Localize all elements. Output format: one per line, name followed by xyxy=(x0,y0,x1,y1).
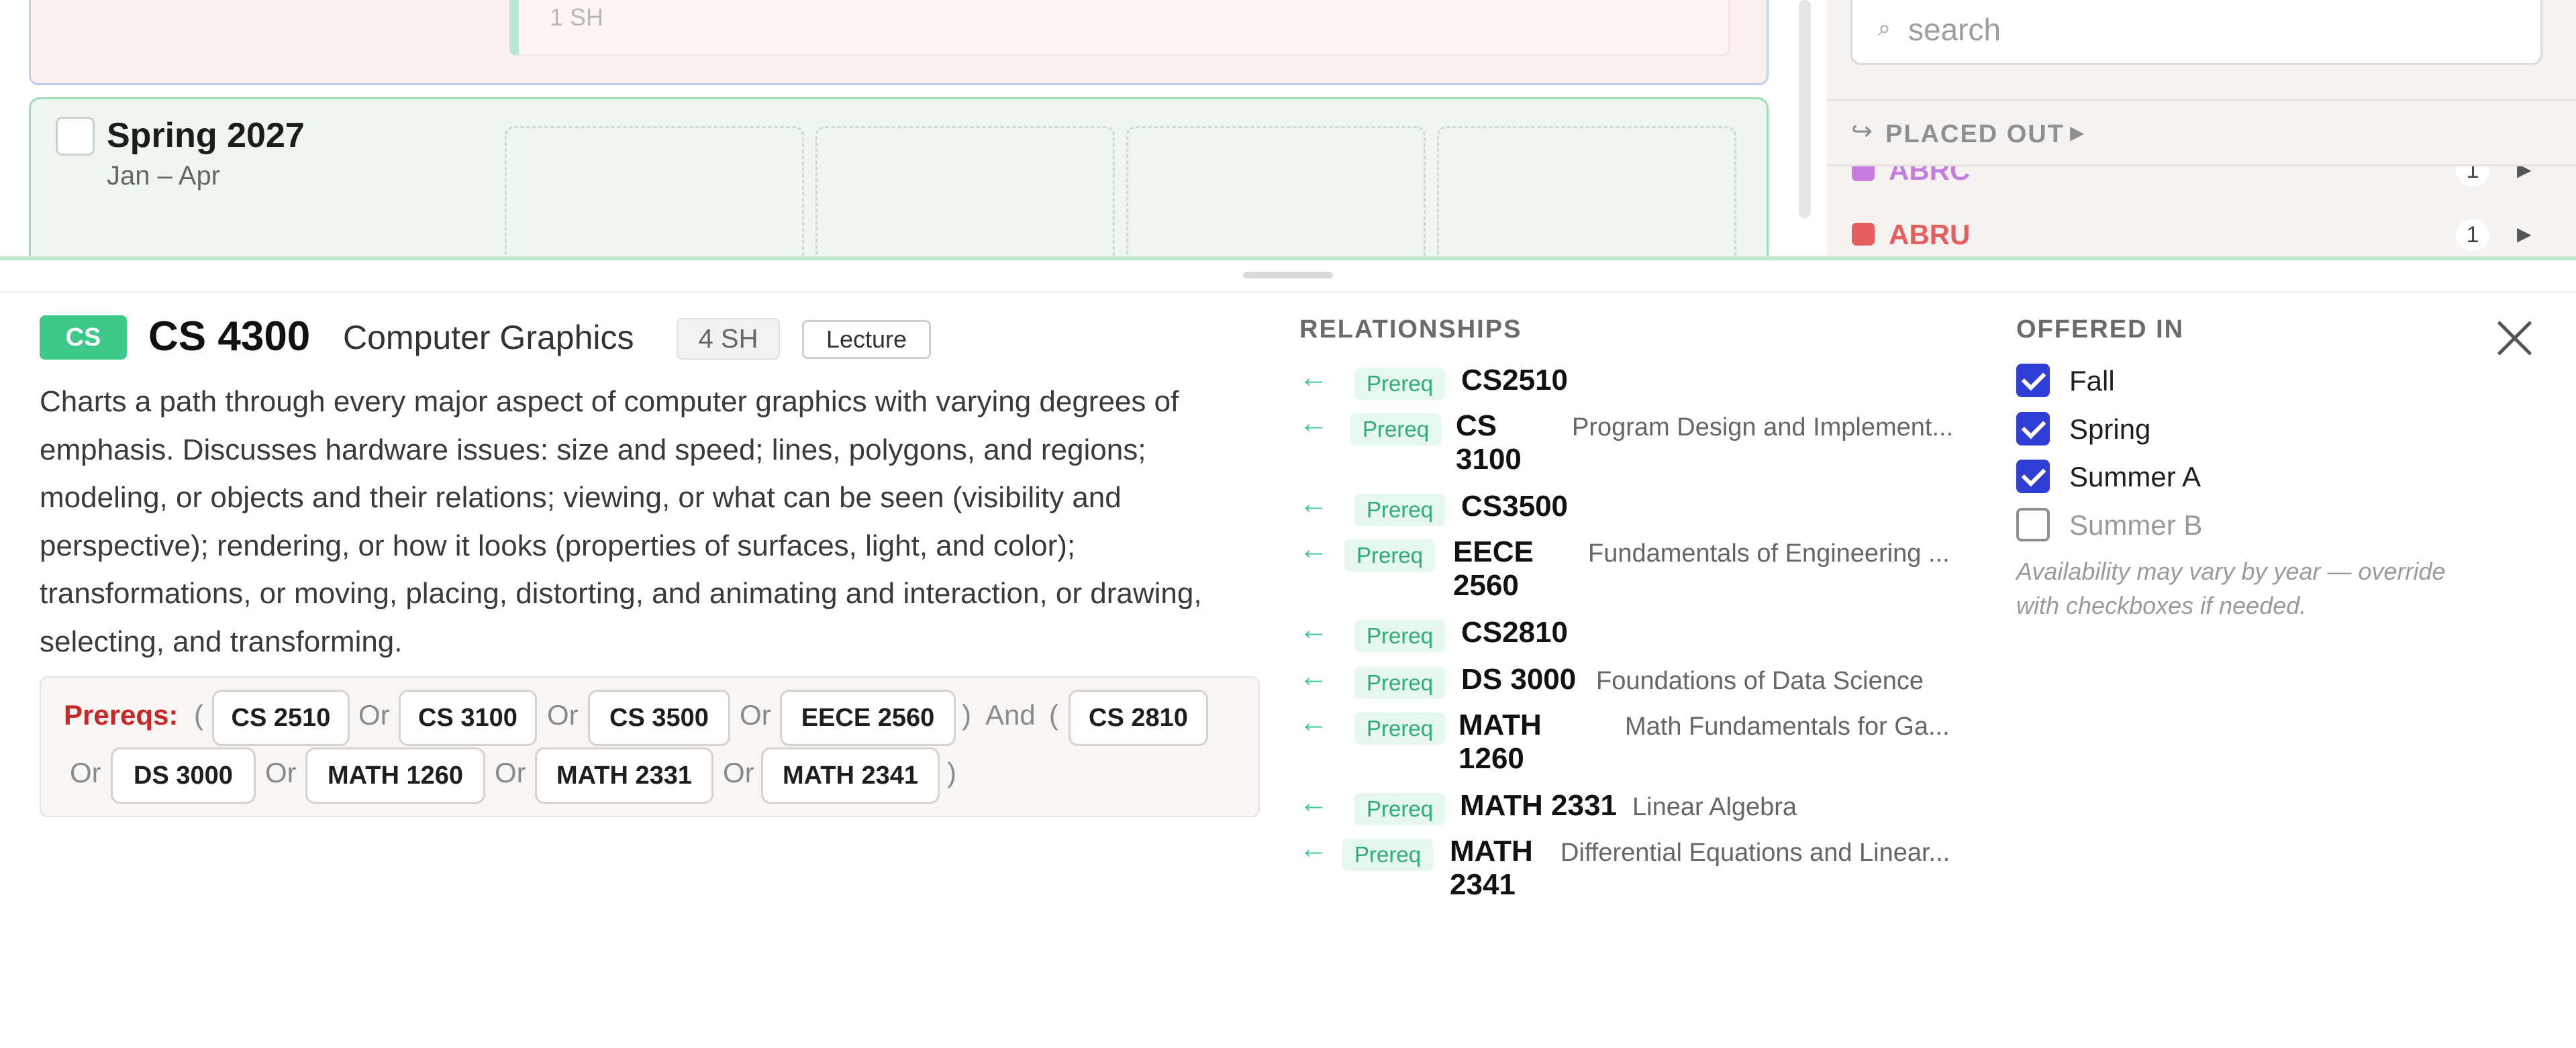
relationship-row[interactable]: ← Prereq DS 3000 Foundations of Data Sci… xyxy=(0,660,2014,700)
planner-area: 1 SH Spring 2027 Jan – Apr ABRC 1 ▶ ABRU… xyxy=(0,0,2576,256)
course-detail-drawer: CS CS 4300 Computer Graphics 4 SH Lectur… xyxy=(0,256,2576,1048)
relationship-course-code: MATH 2331 xyxy=(1460,789,1617,822)
fall-label: Fall xyxy=(2069,365,2115,397)
subject-name: ABRU xyxy=(1889,219,1971,250)
summer-b-label: Summer B xyxy=(2069,509,2203,541)
summer-b-checkbox[interactable] xyxy=(2016,508,2050,541)
course-slot[interactable] xyxy=(815,126,1115,256)
relationship-row[interactable]: ← Prereq MATH 2341 Differential Equation… xyxy=(0,832,2014,906)
search-input[interactable]: search xyxy=(1908,11,2001,48)
close-icon[interactable] xyxy=(2495,319,2533,357)
left-arrow-icon: ← xyxy=(1299,660,1328,693)
relationship-course-code: CS3500 xyxy=(1461,490,1569,523)
relationship-course-number: 3100 xyxy=(1456,443,1522,476)
course-code: CS 4300 xyxy=(148,313,311,360)
term-card-spring-2027: Spring 2027 Jan – Apr xyxy=(29,97,1769,256)
prereq-tag: Prereq xyxy=(1342,839,1434,871)
relationship-course-number: 2560 xyxy=(1453,569,1519,602)
placed-out-header[interactable]: ↪ PLACED OUT ▶ xyxy=(1827,99,2576,166)
plan-column: 1 SH Spring 2027 Jan – Apr xyxy=(0,0,1789,256)
relationship-course-title: Math Fundamentals for Ga... xyxy=(1625,713,1950,741)
plan-scrollbar[interactable] xyxy=(1799,0,1811,218)
course-type-badge: Lecture xyxy=(802,320,931,359)
term-dates: Jan – Apr xyxy=(107,161,221,191)
prereq-tag: Prereq xyxy=(1354,793,1446,825)
course-slot[interactable] xyxy=(1437,126,1736,256)
relationship-course-code: CS xyxy=(1456,409,1497,442)
prereq-tag: Prereq xyxy=(1354,620,1446,652)
prereq-tag: Prereq xyxy=(1354,667,1446,699)
course-card[interactable]: 1 SH xyxy=(509,0,1730,56)
left-arrow-icon: ← xyxy=(1299,407,1328,439)
relationship-course-title: Linear Algebra xyxy=(1632,793,1797,821)
course-slot[interactable] xyxy=(505,126,804,256)
course-card-credits: 1 SH xyxy=(550,3,604,31)
relationship-course-title: Fundamentals of Engineering ... xyxy=(1588,539,1950,568)
term-title: Spring 2027 xyxy=(107,116,305,155)
subject-count: 1 xyxy=(2456,219,2489,251)
prereq-tag: Prereq xyxy=(1354,713,1446,745)
search-icon: ⌕ xyxy=(1878,15,1891,41)
course-slot[interactable] xyxy=(1126,126,1426,256)
left-arrow-icon: ← xyxy=(1299,533,1328,566)
drawer-resize-bar[interactable] xyxy=(0,260,2576,293)
subject-color-swatch xyxy=(1852,223,1875,246)
search-box[interactable]: ⌕ search xyxy=(1850,0,2542,65)
left-arrow-icon: ← xyxy=(1299,361,1328,394)
prereq-tag: Prereq xyxy=(1350,413,1442,446)
relationship-row[interactable]: ← Prereq CS 3100 Program Design and Impl… xyxy=(0,407,2014,480)
drag-handle[interactable] xyxy=(1243,272,1333,278)
relationship-row[interactable]: ← Prereq MATH 2331 Linear Algebra xyxy=(0,786,2014,827)
subject-row-abru[interactable]: ABRU 1 ▶ xyxy=(1827,205,2576,256)
relationships-heading: RELATIONSHIPS xyxy=(1299,315,1522,344)
expand-triangle-icon[interactable]: ▶ xyxy=(2070,121,2085,144)
relationship-course-code: MATH xyxy=(1450,835,1533,868)
relationship-course-code: EECE xyxy=(1453,535,1534,568)
relationship-course-number: 2341 xyxy=(1450,868,1516,901)
availability-note: Availability may vary by year — override… xyxy=(2016,558,2446,619)
prereq-tag: Prereq xyxy=(1344,539,1436,572)
summer-a-label: Summer A xyxy=(2069,461,2201,492)
relationship-course-number: 1260 xyxy=(1458,742,1524,775)
term-checkbox[interactable] xyxy=(56,117,95,156)
relationship-course-title: Foundations of Data Science xyxy=(1596,667,1924,695)
relationship-course-code: DS 3000 xyxy=(1461,663,1577,696)
relationship-course-code: CS2810 xyxy=(1461,616,1569,649)
summer-a-checkbox[interactable] xyxy=(2016,460,2050,493)
relationship-row[interactable]: ← Prereq CS2510 xyxy=(0,361,2014,401)
relationship-course-code: CS2510 xyxy=(1461,364,1569,397)
previous-term-card[interactable]: 1 SH xyxy=(29,0,1769,85)
relationship-row[interactable]: ← Prereq MATH 1260 Math Fundamentals for… xyxy=(0,706,2014,780)
prereq-tag: Prereq xyxy=(1354,368,1446,400)
relationship-row[interactable]: ← Prereq CS2810 xyxy=(0,613,2014,653)
left-arrow-icon: ← xyxy=(1299,832,1328,865)
credits-badge: 4 SH xyxy=(677,318,780,360)
expand-triangle-icon[interactable]: ▶ xyxy=(2517,223,2532,245)
left-arrow-icon: ← xyxy=(1299,487,1328,520)
prereq-tag: Prereq xyxy=(1354,494,1446,526)
relationship-course-title: Program Design and Implement... xyxy=(1572,413,1954,441)
relationship-row[interactable]: ← Prereq EECE 2560 Fundamentals of Engin… xyxy=(0,533,2014,607)
left-arrow-icon: ← xyxy=(1299,706,1328,739)
subject-badge: CS xyxy=(40,315,127,360)
offered-in-heading: OFFERED IN xyxy=(2016,315,2185,344)
fall-checkbox[interactable] xyxy=(2016,364,2050,397)
left-arrow-icon: ← xyxy=(1299,613,1328,646)
relationship-course-code: MATH xyxy=(1458,709,1542,741)
spring-checkbox[interactable] xyxy=(2016,412,2050,446)
relationship-course-title: Differential Equations and Linear... xyxy=(1561,839,1950,867)
relationship-row[interactable]: ← Prereq CS3500 xyxy=(0,487,2014,527)
placed-out-label: PLACED OUT xyxy=(1885,120,2065,148)
course-catalog-sidebar: ABRC 1 ▶ ABRU 1 ▶ ↪ PLACED OUT ▶ ⌕ searc… xyxy=(1827,0,2576,256)
spring-label: Spring xyxy=(2069,413,2151,445)
course-name: Computer Graphics xyxy=(343,319,634,356)
placed-out-arrow-icon: ↪ xyxy=(1851,117,1873,146)
left-arrow-icon: ← xyxy=(1299,786,1328,819)
